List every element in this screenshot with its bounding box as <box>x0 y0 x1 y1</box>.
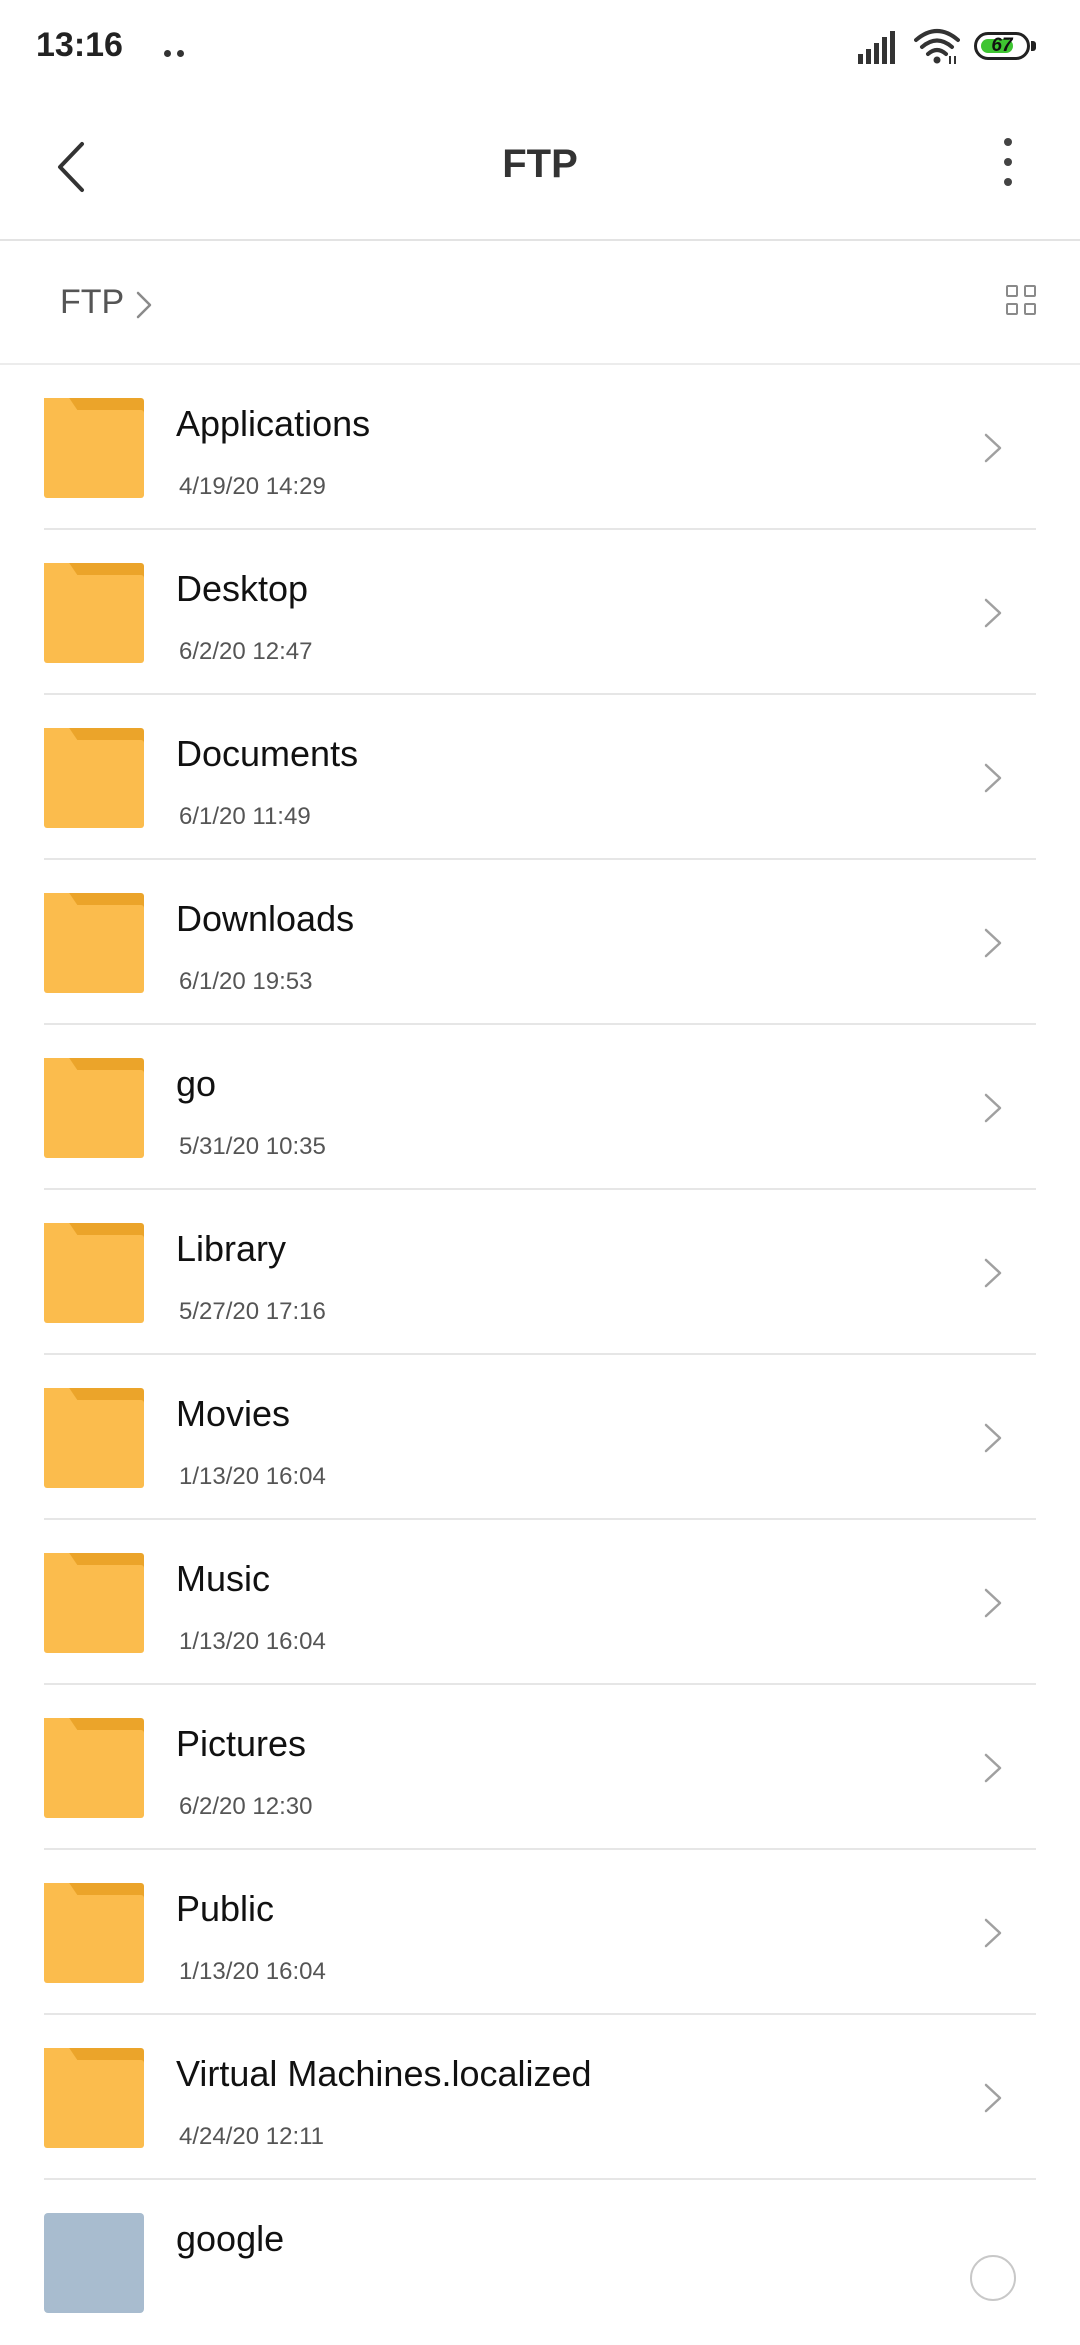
chevron-right-icon <box>984 598 1002 628</box>
file-date: 5/31/20 10:35 <box>179 1133 326 1160</box>
folder-icon <box>44 563 144 663</box>
list-item[interactable]: Movies 1/13/20 16:04 <box>0 1355 1080 1520</box>
list-item[interactable]: go 5/31/20 10:35 <box>0 1025 1080 1190</box>
grid-view-icon[interactable] <box>1006 285 1040 319</box>
folder-icon <box>44 1718 144 1818</box>
folder-icon <box>44 2048 144 2148</box>
chevron-right-icon <box>984 2083 1002 2113</box>
list-item[interactable]: Applications 4/19/20 14:29 <box>0 365 1080 530</box>
wifi-icon <box>914 29 960 64</box>
file-date: 1/13/20 16:04 <box>179 1628 326 1655</box>
more-options-icon[interactable] <box>996 138 1020 198</box>
list-item[interactable]: Pictures 6/2/20 12:30 <box>0 1685 1080 1850</box>
file-list: Applications 4/19/20 14:29 Desktop 6/2/20 1… <box>0 365 1080 2345</box>
file-name: Downloads <box>176 898 355 939</box>
chevron-right-icon <box>984 1918 1002 1948</box>
list-item[interactable]: Library 5/27/20 17:16 <box>0 1190 1080 1355</box>
file-date: 6/2/20 12:30 <box>179 1793 313 1820</box>
folder-icon <box>44 1883 144 1983</box>
folder-icon <box>44 1223 144 1323</box>
folder-icon <box>44 398 144 498</box>
chevron-right-icon <box>984 1258 1002 1288</box>
signal-icon <box>858 31 895 64</box>
chevron-right-icon <box>984 763 1002 793</box>
file-date: 1/13/20 16:04 <box>179 1958 326 1985</box>
folder-icon <box>44 1553 144 1653</box>
chevron-right-icon <box>136 291 152 319</box>
file-name: Music <box>176 1558 271 1599</box>
title-bar: FTP <box>0 96 1080 240</box>
status-bar: 13:16 67 <box>0 0 1080 96</box>
chevron-right-icon <box>984 1588 1002 1618</box>
file-name: google <box>176 2218 285 2259</box>
notification-dots-icon <box>164 44 190 62</box>
list-item[interactable]: google <box>0 2180 1080 2345</box>
battery-icon: 67 <box>974 32 1038 60</box>
folder-icon <box>44 1058 144 1158</box>
file-date: 1/13/20 16:04 <box>179 1463 326 1490</box>
file-date: 5/27/20 17:16 <box>179 1298 326 1325</box>
list-item[interactable]: Documents 6/1/20 11:49 <box>0 695 1080 860</box>
file-name: go <box>176 1063 217 1104</box>
file-name: Public <box>176 1888 275 1929</box>
breadcrumb: FTP <box>0 241 1080 363</box>
folder-icon <box>44 728 144 828</box>
folder-icon <box>44 893 144 993</box>
file-name: Library <box>176 1228 287 1269</box>
battery-level: 67 <box>991 35 1013 56</box>
file-name: Applications <box>176 403 371 444</box>
list-item[interactable]: Music 1/13/20 16:04 <box>0 1520 1080 1685</box>
file-date: 6/1/20 11:49 <box>179 803 311 830</box>
file-date: 4/24/20 12:11 <box>179 2123 325 2150</box>
folder-icon <box>44 1388 144 1488</box>
file-date: 4/19/20 14:29 <box>179 473 326 500</box>
file-date: 6/2/20 12:47 <box>179 638 313 665</box>
chevron-right-icon <box>984 928 1002 958</box>
breadcrumb-item-ftp[interactable]: FTP <box>60 283 124 322</box>
chevron-right-icon <box>984 1093 1002 1123</box>
file-name: Documents <box>176 733 359 774</box>
list-item[interactable]: Public 1/13/20 16:04 <box>0 1850 1080 2015</box>
file-name: Pictures <box>176 1723 307 1764</box>
chevron-right-icon <box>984 433 1002 463</box>
file-name: Desktop <box>176 568 309 609</box>
file-name: Virtual Machines.localized <box>176 2053 592 2094</box>
chevron-right-icon <box>984 1753 1002 1783</box>
list-item[interactable]: Virtual Machines.localized 4/24/20 12:11 <box>0 2015 1080 2180</box>
select-radio[interactable] <box>970 2255 1016 2301</box>
file-icon <box>44 2213 144 2313</box>
file-date: 6/1/20 19:53 <box>179 968 313 995</box>
list-item[interactable]: Desktop 6/2/20 12:47 <box>0 530 1080 695</box>
chevron-right-icon <box>984 1423 1002 1453</box>
file-name: Movies <box>176 1393 291 1434</box>
list-item[interactable]: Downloads 6/1/20 19:53 <box>0 860 1080 1025</box>
status-time: 13:16 <box>36 26 123 64</box>
page-title: FTP <box>502 142 578 186</box>
